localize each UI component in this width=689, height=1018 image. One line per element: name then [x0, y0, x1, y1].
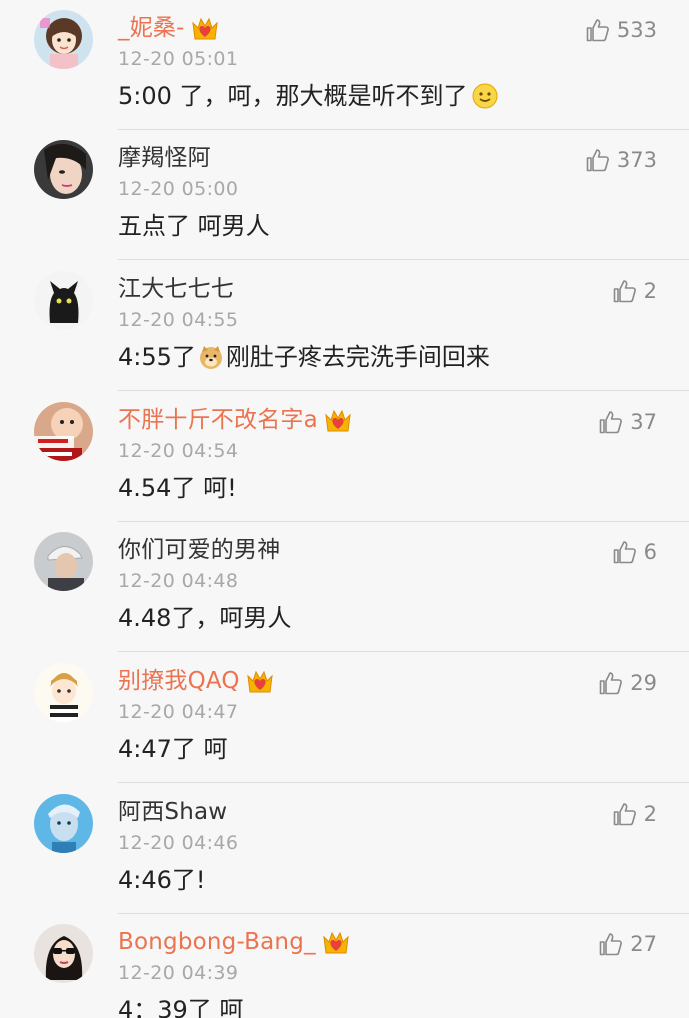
like-button[interactable]: 6	[612, 536, 657, 568]
crown-heart-icon	[191, 15, 219, 41]
crown-heart-icon	[246, 668, 274, 694]
crown-heart-icon	[324, 407, 352, 433]
smile-emoji-icon	[472, 83, 498, 109]
thumbs-up-icon	[598, 670, 624, 696]
comment-text: 4:47了 呵	[118, 735, 228, 763]
avatar[interactable]	[34, 663, 93, 722]
like-count: 27	[630, 932, 657, 956]
like-count: 6	[643, 540, 657, 564]
comment-text: 4:46了!	[118, 866, 206, 894]
comment-time: 12-20 04:55	[118, 309, 239, 331]
like-button[interactable]: 27	[598, 928, 657, 960]
comment-time: 12-20 05:01	[118, 48, 239, 70]
username[interactable]: 阿西Shaw	[118, 795, 227, 829]
comment-text: 4:55了 刚肚子疼去完洗手间回来	[118, 343, 490, 371]
comment-time: 12-20 04:54	[118, 440, 239, 462]
username[interactable]: 不胖十斤不改名字a	[118, 403, 318, 437]
avatar[interactable]	[34, 532, 93, 591]
like-button[interactable]: 37	[598, 406, 657, 438]
like-count: 533	[616, 18, 657, 42]
username[interactable]: _妮桑-	[118, 11, 185, 45]
comment-item[interactable]: 阿西Shaw 12-20 04:46 4:46了! 2	[0, 784, 689, 914]
comment-item[interactable]: _妮桑- 12-20 05:01 5:00 了，呵，那大概是听不到了 533	[0, 0, 689, 130]
like-button[interactable]: 29	[598, 667, 657, 699]
comment-list[interactable]: _妮桑- 12-20 05:01 5:00 了，呵，那大概是听不到了 533 摩…	[0, 0, 689, 1018]
comment-item[interactable]: 摩羯怪阿 12-20 05:00 五点了 呵男人 373	[0, 130, 689, 260]
avatar[interactable]	[34, 924, 93, 983]
like-button[interactable]: 533	[585, 14, 657, 46]
divider	[118, 259, 689, 260]
avatar[interactable]	[34, 271, 93, 330]
comment-item[interactable]: 你们可爱的男神 12-20 04:48 4.48了，呵男人 6	[0, 522, 689, 652]
divider	[118, 782, 689, 783]
avatar[interactable]	[34, 140, 93, 199]
comment-time: 12-20 05:00	[118, 178, 239, 200]
crown-heart-icon	[322, 929, 350, 955]
thumbs-up-icon	[598, 409, 624, 435]
username[interactable]: 别撩我QAQ	[118, 664, 240, 698]
like-button[interactable]: 2	[612, 798, 657, 830]
username[interactable]: Bongbong-Bang_	[118, 925, 316, 959]
comment-text: 5:00 了，呵，那大概是听不到了	[118, 78, 498, 114]
thumbs-up-icon	[585, 147, 611, 173]
comment-time: 12-20 04:46	[118, 832, 239, 854]
thumbs-up-icon	[585, 17, 611, 43]
comment-time: 12-20 04:47	[118, 701, 239, 723]
comment-text: 4.54了 呵!	[118, 474, 237, 502]
thumbs-up-icon	[612, 801, 638, 827]
like-button[interactable]: 373	[585, 144, 657, 176]
like-count: 373	[616, 148, 657, 172]
comment-time: 12-20 04:48	[118, 570, 239, 592]
avatar[interactable]	[34, 10, 93, 69]
thumbs-up-icon	[612, 278, 638, 304]
doge-emoji-icon	[198, 344, 224, 370]
divider	[118, 390, 689, 391]
like-count: 29	[630, 671, 657, 695]
comment-item[interactable]: 江大七七七 12-20 04:55 4:55了 刚肚子疼去完洗手间回来 2	[0, 261, 689, 391]
comment-text: 五点了 呵男人	[118, 212, 270, 240]
comment-time: 12-20 04:39	[118, 962, 239, 984]
like-count: 37	[630, 410, 657, 434]
username[interactable]: 你们可爱的男神	[118, 533, 280, 567]
comment-item[interactable]: 不胖十斤不改名字a 12-20 04:54 4.54了 呵! 37	[0, 392, 689, 522]
comment-item[interactable]: Bongbong-Bang_ 12-20 04:39 4：39了 呵 27	[0, 914, 689, 1018]
like-count: 2	[643, 279, 657, 303]
username[interactable]: 摩羯怪阿	[118, 141, 211, 175]
comment-text: 4.48了，呵男人	[118, 604, 292, 632]
username[interactable]: 江大七七七	[118, 272, 234, 306]
avatar[interactable]	[34, 402, 93, 461]
comment-item[interactable]: 别撩我QAQ 12-20 04:47 4:47了 呵 29	[0, 653, 689, 783]
like-count: 2	[643, 802, 657, 826]
comment-text: 4：39了 呵	[118, 996, 244, 1018]
thumbs-up-icon	[598, 931, 624, 957]
avatar[interactable]	[34, 794, 93, 853]
like-button[interactable]: 2	[612, 275, 657, 307]
divider	[118, 651, 689, 652]
thumbs-up-icon	[612, 539, 638, 565]
